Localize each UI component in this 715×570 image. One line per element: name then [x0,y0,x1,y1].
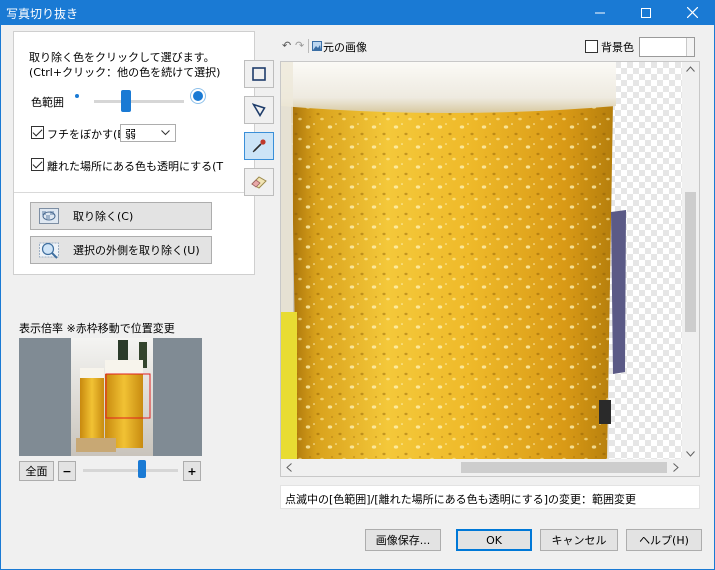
scroll-right-icon[interactable] [673,463,679,472]
polygon-select-tool[interactable] [244,96,274,124]
close-icon [686,7,698,18]
chevron-down-icon [161,130,170,136]
image-canvas[interactable] [280,61,700,477]
instruction-line-2: (Ctrl+クリック：他の色を続けて選択) [29,66,221,79]
small-dot-icon [75,94,79,98]
zoom-preview[interactable] [19,338,202,456]
vertical-scrollbar[interactable] [682,62,699,461]
plus-icon: + [187,464,197,478]
zoom-slider-thumb[interactable] [137,460,146,478]
eraser-icon [251,176,267,189]
zoom-in-button[interactable]: + [183,461,201,481]
selection-panel: 取り除く色をクリックして選びます。 (Ctrl+クリック：他の色を続けて選択) … [13,31,267,275]
bg-color-picker[interactable] [639,37,695,57]
ok-button[interactable]: OK [456,529,532,551]
close-button[interactable] [669,0,715,25]
zoom-out-button[interactable]: − [58,461,76,481]
panel-divider [14,192,254,193]
original-image-icon [312,41,322,51]
fit-all-button[interactable]: 全面 [19,461,54,481]
status-message: 点滅中の[色範囲]/[離れた場所にある色も透明にする]の変更：範囲変更 [280,485,700,509]
eyedropper-tool[interactable] [244,132,274,160]
horizontal-scroll-thumb[interactable] [461,462,667,473]
rectangle-select-icon [252,67,266,81]
vertical-scroll-thumb[interactable] [685,192,696,332]
instruction-line-1: 取り除く色をクリックして選びます。 [29,51,215,64]
help-button[interactable]: ヘルプ(H) [626,529,702,551]
feather-checkbox[interactable] [31,126,44,139]
eyedropper-icon [252,139,266,153]
maximize-icon [641,7,651,18]
window-title: 写真切り抜き [6,7,79,21]
remove-outside-button[interactable]: 選択の外側を取り除く(U) [30,236,212,264]
minimize-button[interactable] [577,0,623,25]
remove-color-label: 取り除く(C) [73,210,134,223]
feather-strength-select[interactable]: 弱 [120,124,176,142]
help-label: ヘルプ(H) [639,534,689,547]
title-bar: 写真切り抜き [0,0,715,25]
color-range-slider-thumb[interactable] [120,90,131,112]
scroll-down-icon[interactable] [686,451,695,457]
maximize-button[interactable] [623,0,669,25]
minimize-icon [595,12,605,13]
bg-color-label: 背景色 [601,41,634,54]
fit-all-label: 全面 [25,465,48,478]
ok-label: OK [486,533,502,547]
horizontal-scrollbar[interactable] [281,459,684,476]
color-range-label: 色範囲 [31,96,64,109]
remote-color-checkbox[interactable] [31,158,44,171]
toolbar-separator [308,39,309,53]
rectangle-select-tool[interactable] [244,60,274,88]
bg-color-checkbox[interactable] [585,40,598,53]
polygon-select-icon [252,103,266,117]
bg-color-dropdown[interactable] [686,38,694,56]
scroll-up-icon[interactable] [686,66,695,72]
status-text: 点滅中の[色範囲]/[離れた場所にある色も透明にする]の変更：範囲変更 [285,493,636,506]
undo-icon[interactable]: ↶ [282,39,291,52]
remove-color-button[interactable]: 取り除く(C) [30,202,212,230]
beer-image [281,62,626,461]
scroll-corner [682,459,699,476]
remove-outside-label: 選択の外側を取り除く(U) [73,244,200,257]
color-range-slider[interactable] [94,100,184,103]
zoom-slider[interactable] [83,469,178,472]
preview-thumbnail [71,338,153,456]
magnifier-icon [39,242,59,259]
feather-label: フチをぼかす(B [47,128,125,141]
eraser-tool[interactable] [244,168,274,196]
feather-strength-value: 弱 [125,128,136,141]
zoom-label: 表示倍率 ※赤枠移動で位置変更 [19,322,175,335]
minus-icon: − [62,464,72,478]
scroll-left-icon[interactable] [286,463,292,472]
cancel-button[interactable]: キャンセル [540,529,618,551]
large-dot-icon [193,91,203,101]
remote-color-label: 離れた場所にある色も透明にする(T [47,160,224,173]
save-image-button[interactable]: 画像保存... [365,529,441,551]
original-image-button[interactable]: 元の画像 [323,39,367,55]
redo-icon[interactable]: ↷ [295,39,304,52]
save-image-label: 画像保存... [375,534,431,547]
checker-remove-icon [39,208,59,224]
cancel-label: キャンセル [551,534,607,547]
